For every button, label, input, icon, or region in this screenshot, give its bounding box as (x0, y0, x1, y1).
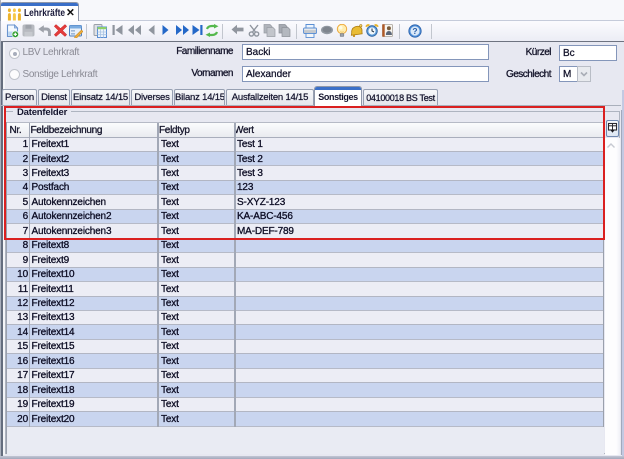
svg-text:?: ? (412, 26, 417, 36)
